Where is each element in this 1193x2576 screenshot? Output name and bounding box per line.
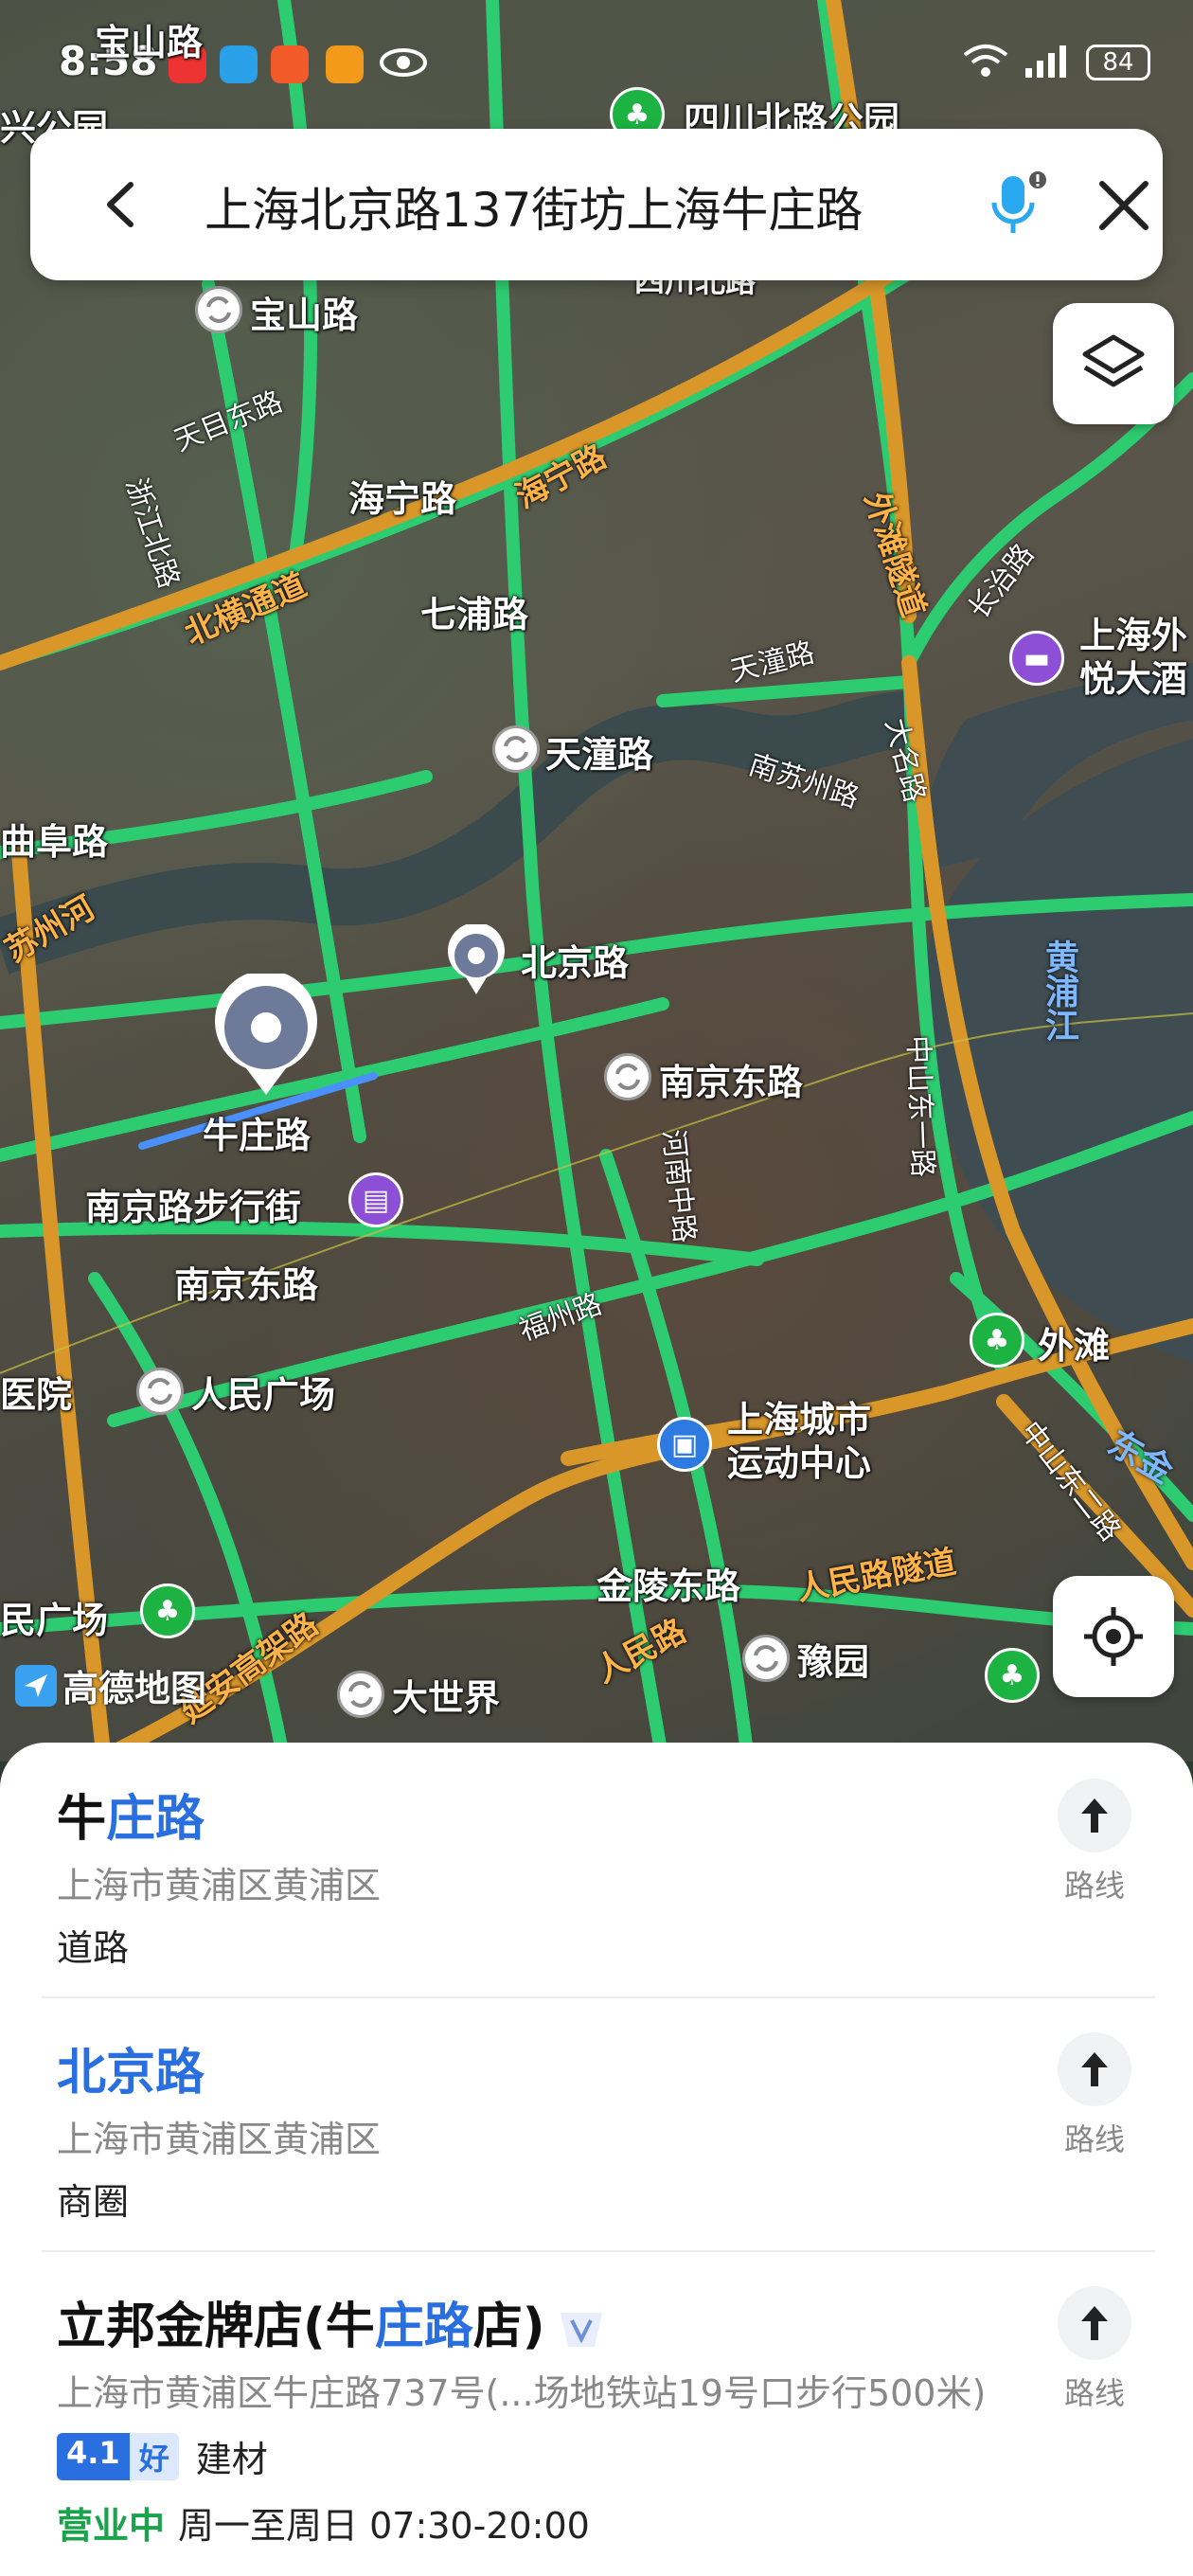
map-label: 南京东路 bbox=[174, 1264, 319, 1306]
map-label: 中山东一路 bbox=[900, 1034, 939, 1178]
result-item[interactable]: 牛庄路 上海市黄浦区黄浦区 道路 路线 bbox=[42, 1743, 1155, 1998]
beijing-rd-pin-icon[interactable] bbox=[445, 922, 507, 1000]
result-title-tail: 店) bbox=[472, 2299, 545, 2355]
map-label: 天潼路 bbox=[545, 734, 654, 776]
route-label: 路线 bbox=[1063, 2375, 1125, 2411]
microphone-icon bbox=[991, 171, 1046, 233]
result-item[interactable]: 北京路 上海市黄浦区黄浦区 商圈 路线 bbox=[42, 1996, 1155, 2252]
route-button[interactable]: 路线 bbox=[1049, 2286, 1140, 2413]
result-category: 商圈 bbox=[57, 2181, 130, 2223]
hotel-poi-icon[interactable]: ▬ bbox=[1009, 631, 1064, 686]
route-label: 路线 bbox=[1063, 2121, 1125, 2157]
metro-station-icon[interactable] bbox=[136, 1368, 184, 1415]
map-label: 医院 bbox=[0, 1374, 73, 1416]
notification-app-icon bbox=[326, 45, 364, 83]
result-title: 牛庄路 bbox=[57, 1779, 205, 1850]
search-bar[interactable]: 上海北京路137街坊上海牛庄路 bbox=[30, 129, 1163, 280]
result-category: 建材 bbox=[195, 2439, 268, 2480]
map-label: 七浦路 bbox=[420, 594, 529, 635]
map-label: 牛庄路 bbox=[203, 1115, 312, 1156]
route-button[interactable]: 路线 bbox=[1049, 2032, 1140, 2159]
eye-icon bbox=[379, 44, 428, 85]
amap-logo-icon bbox=[15, 1664, 57, 1707]
signal-icon bbox=[1024, 42, 1073, 83]
metro-station-icon[interactable] bbox=[337, 1671, 384, 1718]
amap-logo-text: 高德地图 bbox=[62, 1668, 207, 1709]
map-label: 宝山路 bbox=[95, 22, 204, 63]
niuzhuang-selected-pin-icon[interactable] bbox=[212, 970, 320, 1100]
result-item[interactable]: 立邦金牌店(牛庄路店) 上海市黄浦区牛庄路737号(...场地铁站19号口步行5… bbox=[42, 2250, 1155, 2576]
shopping-poi-icon[interactable]: ▤ bbox=[348, 1172, 403, 1227]
business-hours: 营业中 周一至周日 07:30-20:00 bbox=[57, 2496, 590, 2549]
map-label: 宝山路 bbox=[250, 295, 359, 336]
notification-app-icon bbox=[220, 45, 258, 83]
map-label: 民广场 bbox=[0, 1600, 109, 1641]
route-label: 路线 bbox=[1063, 1868, 1125, 1904]
metro-station-icon[interactable] bbox=[742, 1635, 790, 1682]
amap-logo: 高德地图 bbox=[15, 1659, 206, 1711]
result-title: 立邦金牌店(牛庄路店) bbox=[57, 2286, 606, 2357]
map-label: 外滩 bbox=[1038, 1325, 1111, 1367]
result-title-highlight: 庄路 bbox=[374, 2299, 473, 2355]
back-button[interactable] bbox=[89, 171, 155, 238]
rating-score: 4.1 bbox=[57, 2432, 130, 2480]
map-label: 北京路 bbox=[521, 942, 630, 984]
map-label: 黄浦江 bbox=[1040, 939, 1078, 1042]
map-label: 南京东路 bbox=[659, 1062, 804, 1103]
metro-station-icon[interactable] bbox=[195, 286, 242, 333]
result-rating-row: 4.1 好 建材 bbox=[57, 2430, 268, 2482]
wifi-icon bbox=[961, 42, 1010, 83]
park-poi-icon[interactable]: ♣ bbox=[970, 1313, 1024, 1368]
layers-icon bbox=[1082, 334, 1145, 387]
close-icon bbox=[1099, 181, 1148, 230]
result-address: 上海市黄浦区黄浦区 bbox=[57, 2119, 382, 2160]
sports-poi-icon[interactable]: ▣ bbox=[657, 1417, 712, 1472]
rating-badge: 4.1 好 bbox=[57, 2432, 179, 2480]
result-title-text: 立邦金牌店(牛 bbox=[57, 2299, 375, 2355]
result-address: 上海市黄浦区黄浦区 bbox=[57, 1865, 382, 1906]
map-label: 上海城市 运动中心 bbox=[727, 1399, 872, 1484]
route-arrow-icon bbox=[1081, 2052, 1108, 2086]
locate-icon bbox=[1084, 1607, 1143, 1666]
back-arrow-icon bbox=[107, 182, 134, 227]
verified-badge-icon bbox=[560, 2313, 602, 2347]
result-category: 道路 bbox=[57, 1927, 130, 1969]
route-arrow-icon bbox=[1081, 2306, 1108, 2340]
map-view[interactable]: 8:58 84 宝山路 四川北路公园 ♣ 兴公园 四川北路 宝山路 天目东路 浙… bbox=[0, 0, 1193, 1762]
metro-station-icon[interactable] bbox=[604, 1053, 651, 1100]
map-label: 人民广场 bbox=[191, 1374, 336, 1416]
map-label: 豫园 bbox=[797, 1641, 870, 1683]
park-poi-icon[interactable]: ♣ bbox=[140, 1583, 195, 1638]
map-layers-button[interactable] bbox=[1053, 303, 1174, 424]
voice-search-button[interactable] bbox=[977, 167, 1053, 242]
hours-text: 周一至周日 07:30-20:00 bbox=[178, 2505, 590, 2547]
map-label: 南京路步行街 bbox=[85, 1187, 302, 1228]
metro-station-icon[interactable] bbox=[492, 725, 540, 773]
search-input[interactable]: 上海北京路137街坊上海牛庄路 bbox=[205, 172, 863, 241]
locate-me-button[interactable] bbox=[1053, 1576, 1174, 1697]
result-title-text: 牛 bbox=[57, 1791, 107, 1848]
map-label: 上海外 悦大酒 bbox=[1079, 615, 1188, 700]
battery-icon: 84 bbox=[1086, 45, 1150, 80]
map-label: 曲阜路 bbox=[0, 821, 109, 863]
rating-word: 好 bbox=[129, 2432, 179, 2480]
map-label: 大世界 bbox=[392, 1677, 501, 1719]
result-title-highlight: 北京路 bbox=[57, 2045, 205, 2102]
route-arrow-icon bbox=[1081, 1798, 1108, 1833]
map-label: 海宁路 bbox=[348, 478, 457, 520]
close-button[interactable] bbox=[1089, 170, 1159, 241]
result-address: 上海市黄浦区牛庄路737号(...场地铁站19号口步行500米) bbox=[57, 2372, 987, 2414]
result-title: 北京路 bbox=[57, 2032, 205, 2103]
notification-app-icon bbox=[271, 45, 309, 83]
route-button[interactable]: 路线 bbox=[1049, 1779, 1140, 1905]
open-status: 营业中 bbox=[57, 2505, 166, 2547]
search-results-sheet[interactable]: 牛庄路 上海市黄浦区黄浦区 道路 路线 北京路 上海市黄浦区黄浦区 商圈 路线 … bbox=[0, 1743, 1193, 2576]
park-poi-icon[interactable]: ♣ bbox=[985, 1648, 1040, 1703]
map-label: 金陵东路 bbox=[596, 1565, 741, 1607]
result-title-highlight: 庄路 bbox=[106, 1791, 205, 1848]
